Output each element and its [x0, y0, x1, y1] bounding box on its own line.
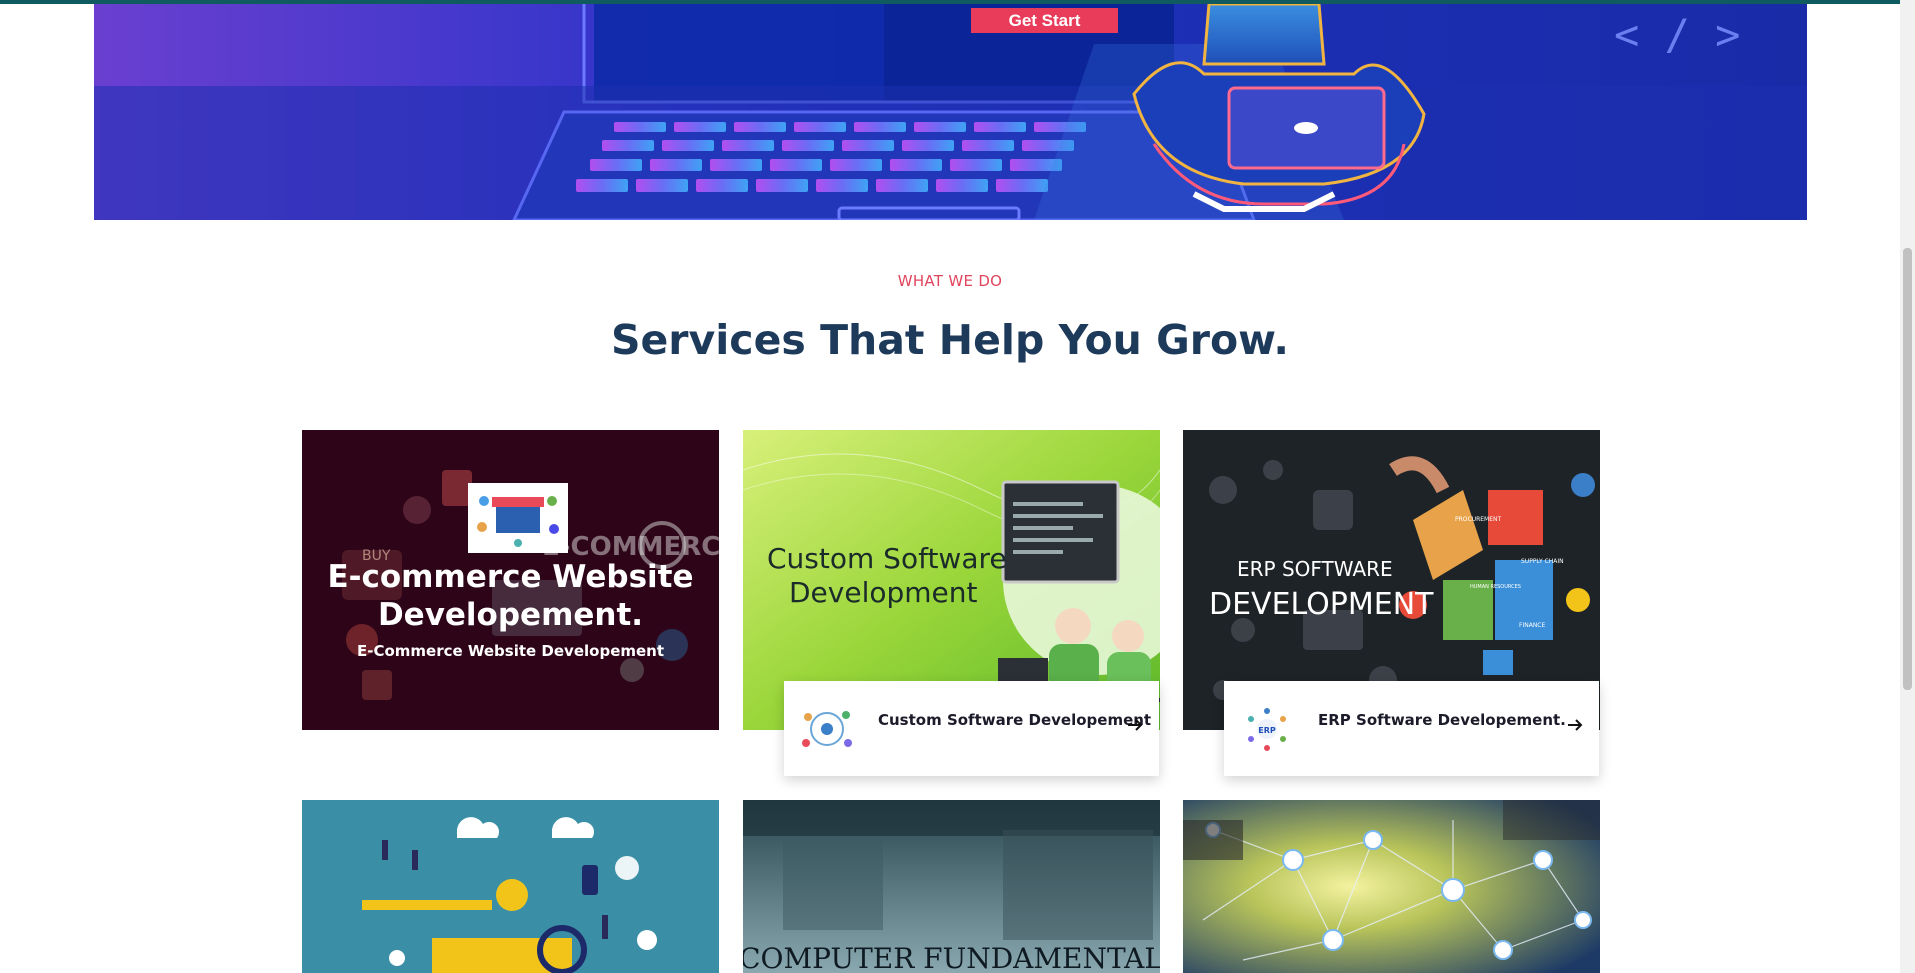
custom-software-image-line2: Development — [789, 576, 978, 609]
arrow-right-icon[interactable] — [1125, 715, 1145, 735]
service-card-ecommerce[interactable]: BUY E-COMMERCE E-commerce Website Develo… — [302, 430, 719, 730]
erp-puzzle-label-finance: FINANCE — [1519, 622, 1545, 629]
page-scrollbar[interactable] — [1900, 0, 1915, 973]
arrow-right-icon[interactable] — [1565, 715, 1585, 735]
network-image — [1183, 800, 1600, 973]
computer-fundamental-image-text: COMPUTER FUNDAMENTAL — [743, 942, 1160, 973]
erp-label[interactable]: ERP Software Developement. — [1318, 711, 1566, 729]
service-card-computer-fundamental[interactable]: COMPUTER FUNDAMENTAL — [743, 800, 1160, 973]
scrollbar-thumb[interactable] — [1903, 248, 1912, 690]
erp-puzzle-label-human-resources: HUMAN RESOURCES — [1470, 584, 1521, 590]
custom-software-image-line1: Custom Software — [767, 542, 1007, 575]
hero-illustration: < / > — [94, 4, 1807, 220]
ecommerce-overlay-subtitle: E-Commerce Website Developement — [356, 642, 665, 660]
get-start-button[interactable]: Get Start — [971, 8, 1118, 33]
ecommerce-thumbnail — [468, 483, 568, 553]
section-title: Services That Help You Grow. — [610, 316, 1290, 364]
hero-banner: < / > Get Start — [94, 4, 1807, 220]
computer-fundamental-image: COMPUTER FUNDAMENTAL — [743, 800, 1160, 973]
erp-image-line1: ERP SOFTWARE — [1237, 557, 1393, 581]
svg-text:ERP: ERP — [1258, 726, 1276, 735]
service-card-digital-marketing[interactable] — [302, 800, 719, 973]
erp-image-line2: DEVELOPMENT — [1209, 587, 1434, 622]
erp-icon: ERP — [1248, 708, 1286, 751]
custom-software-label[interactable]: Custom Software Developement — [878, 711, 1151, 729]
erp-puzzle-label-supply-chain: SUPPLY CHAIN — [1521, 558, 1564, 565]
code-glyph-icon: < / > — [1614, 10, 1740, 59]
custom-software-info-box[interactable]: Custom Software Developement — [784, 681, 1159, 776]
section-eyebrow: WHAT WE DO — [897, 272, 1003, 290]
service-card-networking[interactable] — [1183, 800, 1600, 973]
erp-puzzle-label-procurement: PROCUREMENT — [1455, 516, 1502, 523]
ecommerce-overlay-title: E-commerce Website Developement. — [327, 559, 694, 633]
digital-marketing-image — [302, 800, 719, 973]
erp-info-box[interactable]: ERP ERP Software Developement. — [1224, 681, 1599, 776]
custom-software-icon — [802, 711, 852, 747]
